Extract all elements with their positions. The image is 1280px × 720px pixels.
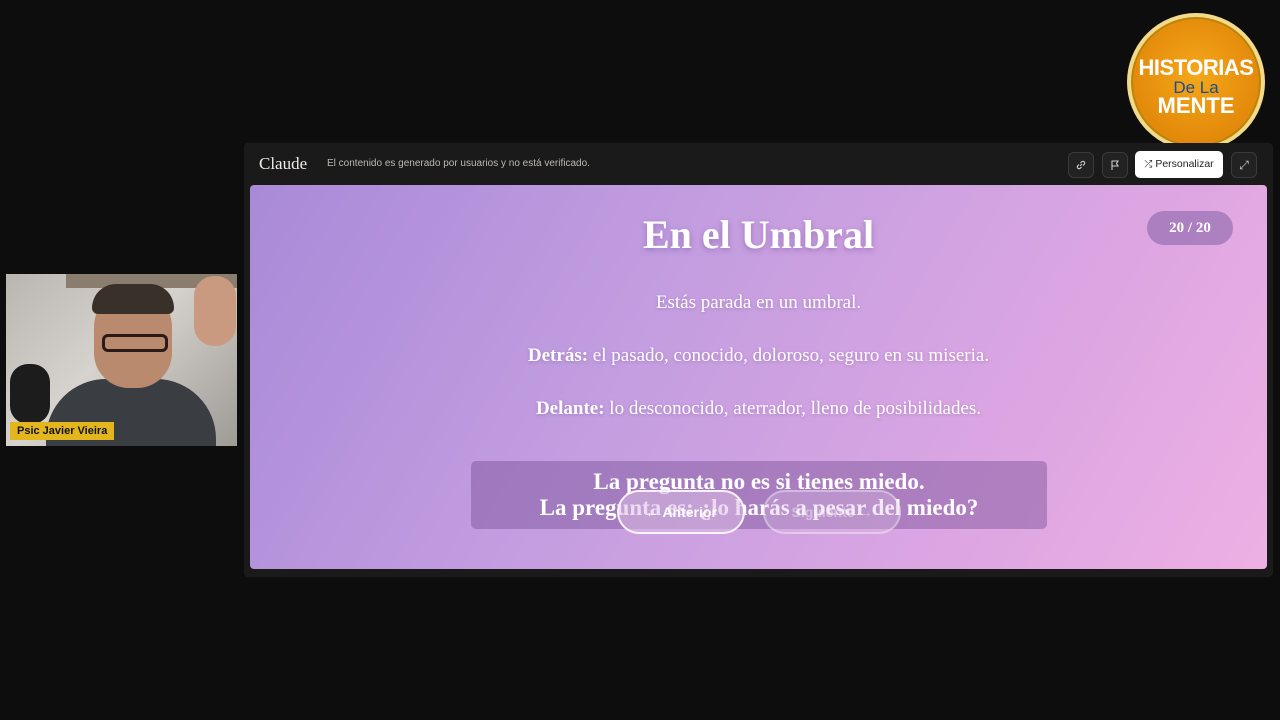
microphone — [10, 364, 50, 424]
personalize-label: Personalizar — [1155, 158, 1214, 170]
next-button[interactable]: Siguiente → — [763, 490, 901, 534]
report-button[interactable] — [1102, 152, 1128, 178]
expand-icon: ⤢ — [1239, 158, 1249, 172]
slide-behind-line: Detrás: el pasado, conocido, doloroso, s… — [250, 345, 1267, 367]
presenter-name-tag: Psic Javier Vieira — [10, 422, 115, 440]
fullscreen-button[interactable]: ⤢ — [1231, 152, 1257, 178]
logo-line-3: MENTE — [1157, 93, 1235, 118]
slide-title: En el Umbral — [642, 212, 875, 257]
question-line-2: La pregunta es: ¿lo harás a pesar del mi… — [539, 495, 979, 520]
artifact-window: Claude El contenido es generado por usua… — [244, 143, 1273, 577]
flag-icon — [1109, 160, 1121, 174]
behind-text: el pasado, conocido, doloroso, seguro en… — [588, 345, 990, 366]
behind-label: Detrás: — [527, 345, 589, 366]
content-notice: El contenido es generado por usuarios y … — [327, 158, 590, 169]
slide-counter: 20 / 20 — [1147, 211, 1233, 245]
presentation-slide: En el Umbral 20 / 20 Estás parada en un … — [250, 185, 1267, 569]
presenter-hand — [194, 276, 236, 346]
ahead-text: lo desconocido, aterrador, lleno de posi… — [604, 398, 982, 419]
copy-link-button[interactable] — [1068, 152, 1094, 178]
slide-intro: Estás parada en un umbral. — [655, 292, 862, 313]
slide-ahead-line: Delante: lo desconocido, aterrador, llen… — [250, 398, 1267, 420]
question-box: La pregunta no es si tienes miedo. La pr… — [471, 461, 1047, 529]
artifact-topbar: Claude El contenido es generado por usua… — [244, 143, 1273, 185]
previous-button[interactable]: ← Anterior — [617, 490, 745, 534]
ahead-label: Delante: — [535, 398, 605, 419]
question-line-1: La pregunta no es si tienes miedo. — [593, 469, 925, 494]
webcam-video — [6, 274, 237, 446]
personalize-button[interactable]: ⤮ Personalizar — [1135, 151, 1223, 178]
presenter-glasses — [102, 334, 168, 352]
channel-logo: HISTORIAS De La MENTE — [1127, 13, 1265, 151]
brand-name: Claude — [259, 154, 308, 173]
shuffle-icon: ⤮ — [1144, 159, 1153, 170]
presenter-hair — [92, 284, 174, 314]
link-icon — [1075, 160, 1087, 174]
